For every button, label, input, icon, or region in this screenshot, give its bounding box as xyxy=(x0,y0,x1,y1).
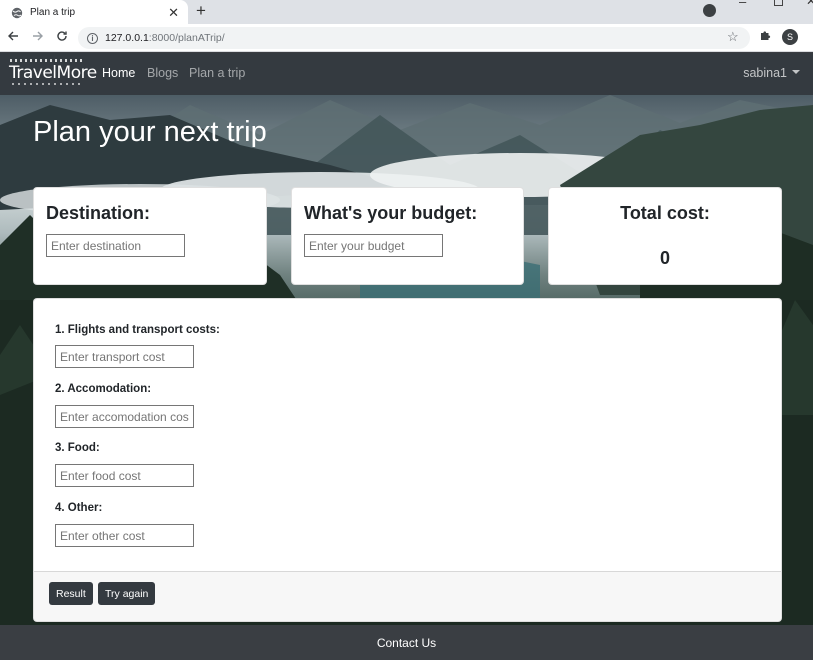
accomodation-cost-label: 2. Accomodation: xyxy=(55,383,152,395)
user-name: sabina1 xyxy=(743,66,787,80)
budget-heading: What's your budget: xyxy=(304,203,478,223)
globe-icon xyxy=(11,6,23,19)
destination-input[interactable] xyxy=(46,234,185,257)
transport-cost-input[interactable] xyxy=(55,345,194,368)
back-arrow-icon[interactable] xyxy=(7,29,19,45)
brand-decoration xyxy=(12,83,80,85)
browser-address-bar: i 127.0.0.1:8000/planATrip/ ☆ S xyxy=(0,24,813,52)
other-cost-input[interactable] xyxy=(55,524,194,547)
page-title: Plan your next trip xyxy=(33,116,267,148)
food-cost-input[interactable] xyxy=(55,464,194,487)
nav-link-plan-a-trip[interactable]: Plan a trip xyxy=(189,66,245,80)
chevron-down-icon xyxy=(792,70,800,74)
contact-us-link[interactable]: Contact Us xyxy=(377,636,436,650)
browser-tab[interactable]: Plan a trip ✕ xyxy=(0,0,188,24)
result-button[interactable]: Result xyxy=(49,582,93,605)
nav-link-blogs[interactable]: Blogs xyxy=(147,66,178,80)
extensions-icon[interactable] xyxy=(759,29,771,44)
close-window-icon[interactable]: ✕ xyxy=(806,0,813,8)
brand-logo[interactable]: TravelMore xyxy=(9,63,97,83)
other-cost-label: 4. Other: xyxy=(55,502,103,514)
profile-avatar[interactable]: S xyxy=(782,29,798,45)
transport-cost-label: 1. Flights and transport costs: xyxy=(55,324,220,336)
nav-link-home[interactable]: Home xyxy=(102,66,135,80)
form-footer: Result Try again xyxy=(34,571,781,621)
accomodation-cost-input[interactable] xyxy=(55,405,194,428)
tab-title: Plan a trip xyxy=(30,6,76,18)
site-navbar: TravelMore Home Blogs Plan a trip sabina… xyxy=(0,53,813,95)
destination-card: Destination: xyxy=(33,187,267,285)
maximize-window-icon[interactable] xyxy=(774,0,783,6)
brand-decoration xyxy=(10,59,82,62)
try-again-button[interactable]: Try again xyxy=(98,582,156,605)
info-icon[interactable]: i xyxy=(87,32,98,44)
star-icon[interactable]: ☆ xyxy=(727,29,739,45)
food-cost-label: 3. Food: xyxy=(55,442,100,454)
minimize-window-icon[interactable]: – xyxy=(739,0,746,9)
url-host: 127.0.0.1 xyxy=(105,32,149,44)
total-cost-card: Total cost: 0 xyxy=(548,187,782,285)
destination-heading: Destination: xyxy=(46,203,151,223)
total-cost-value: 0 xyxy=(659,248,670,268)
url-input[interactable]: i 127.0.0.1:8000/planATrip/ xyxy=(78,27,750,49)
url-path: :8000/planATrip/ xyxy=(148,32,225,44)
user-menu[interactable]: sabina1 xyxy=(743,66,800,80)
new-tab-button[interactable]: + xyxy=(196,1,206,21)
total-cost-heading: Total cost: xyxy=(620,203,710,223)
tab-close-icon[interactable]: ✕ xyxy=(168,6,179,19)
budget-card: What's your budget: xyxy=(291,187,524,285)
reload-icon[interactable] xyxy=(56,29,68,45)
browser-tab-bar: Plan a trip ✕ + – ✕ xyxy=(0,0,813,24)
download-icon[interactable] xyxy=(703,4,716,17)
site-footer: Contact Us xyxy=(0,625,813,660)
cost-form-card: 1. Flights and transport costs: 2. Accom… xyxy=(33,298,782,622)
forward-arrow-icon[interactable] xyxy=(32,29,44,45)
budget-input[interactable] xyxy=(304,234,443,257)
